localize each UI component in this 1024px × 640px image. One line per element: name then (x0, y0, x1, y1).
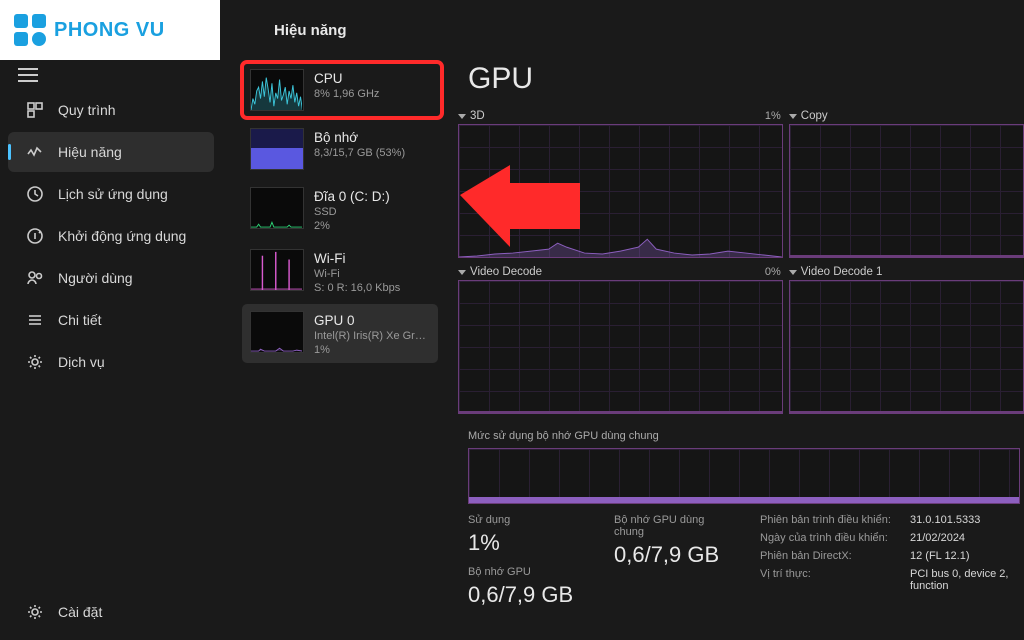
disk-thumbnail (250, 187, 304, 229)
sidebar-item-startup[interactable]: Khởi động ứng dụng (8, 216, 214, 256)
sidebar-item-settings[interactable]: Cài đặt (8, 592, 214, 632)
sidebar-item-label: Chi tiết (58, 312, 102, 328)
gear-icon (26, 353, 44, 371)
sidebar-item-app-history[interactable]: Lịch sử ứng dụng (8, 174, 214, 214)
details-icon (26, 311, 44, 329)
chart-header-video-decode-1[interactable]: Video Decode 1 (789, 266, 1024, 278)
sidebar-item-services[interactable]: Dịch vụ (8, 342, 214, 382)
perf-card-subtitle-2: S: 0 R: 16,0 Kbps (314, 282, 400, 294)
shared-memory-label: Mức sử dụng bộ nhớ GPU dùng chung (468, 430, 1024, 442)
perf-card-subtitle-2: 1% (314, 344, 428, 356)
sidebar-item-label: Cài đặt (58, 604, 102, 620)
kv-value: 21/02/2024 (910, 532, 965, 544)
logo-icon (14, 14, 46, 46)
memory-thumbnail (250, 128, 304, 170)
stat-label-shared: Bộ nhớ GPU dùng chung (614, 514, 734, 538)
chevron-down-icon (789, 114, 797, 119)
chevron-down-icon (458, 270, 466, 275)
perf-card-title: Wi-Fi (314, 251, 400, 266)
wifi-thumbnail (250, 249, 304, 291)
perf-card-subtitle: SSD (314, 206, 390, 218)
stat-value-usage: 1% (468, 530, 588, 556)
perf-card-title: Đĩa 0 (C: D:) (314, 189, 390, 204)
kv-value: PCI bus 0, device 2, function (910, 568, 1024, 592)
primary-sidebar: Quy trình Hiệu năng Lịch sử ứng dụng Khở… (0, 90, 220, 384)
chevron-down-icon (458, 114, 466, 119)
chart-video-decode-1 (789, 280, 1024, 414)
hamburger-icon[interactable] (18, 68, 38, 82)
chart-header-copy[interactable]: Copy (789, 110, 1024, 122)
chart-label: Copy (801, 110, 828, 122)
cpu-thumbnail (250, 69, 304, 111)
kv-row: Ngày của trình điều khiển: 21/02/2024 (760, 532, 1024, 544)
stat-label-gpu-mem: Bộ nhớ GPU (468, 566, 588, 578)
sidebar-item-label: Dịch vụ (58, 354, 105, 370)
perf-card-title: Bộ nhớ (314, 130, 405, 145)
perf-card-gpu[interactable]: GPU 0 Intel(R) Iris(R) Xe Grap... 1% (242, 304, 438, 363)
sidebar-item-users[interactable]: Người dùng (8, 258, 214, 298)
sidebar-settings: Cài đặt (0, 592, 220, 634)
perf-card-subtitle: Wi-Fi (314, 268, 400, 280)
chart-3d (458, 124, 783, 258)
chart-video-decode (458, 280, 783, 414)
startup-icon (26, 227, 44, 245)
performance-list: CPU 8% 1,96 GHz Bộ nhớ 8,3/15,7 GB (53%)… (232, 62, 438, 366)
history-icon (26, 185, 44, 203)
kv-row: Phiên bản DirectX: 12 (FL 12.1) (760, 550, 1024, 562)
brand-logo: PHONG VU (0, 0, 220, 60)
chart-percent: 0% (765, 266, 781, 278)
perf-card-title: GPU 0 (314, 313, 428, 328)
kv-key: Phiên bản trình điều khiển: (760, 514, 900, 526)
gpu-thumbnail (250, 311, 304, 353)
perf-card-subtitle: Intel(R) Iris(R) Xe Grap... (314, 330, 428, 342)
chart-label: Video Decode (470, 266, 542, 278)
kv-value: 31.0.101.5333 (910, 514, 980, 526)
stat-value-gpu-mem: 0,6/7,9 GB (468, 582, 588, 608)
chevron-down-icon (789, 270, 797, 275)
sidebar-item-label: Người dùng (58, 270, 133, 286)
kv-key: Phiên bản DirectX: (760, 550, 900, 562)
perf-card-subtitle-2: 2% (314, 220, 390, 232)
kv-value: 12 (FL 12.1) (910, 550, 970, 562)
kv-row: Vị trí thực: PCI bus 0, device 2, functio… (760, 568, 1024, 592)
chart-percent: 1% (765, 110, 781, 122)
perf-card-subtitle: 8,3/15,7 GB (53%) (314, 147, 405, 159)
perf-card-disk[interactable]: Đĩa 0 (C: D:) SSD 2% (242, 180, 438, 239)
sidebar-item-performance[interactable]: Hiệu năng (8, 132, 214, 172)
chart-label: 3D (470, 110, 485, 122)
chart-header-3d[interactable]: 3D 1% (458, 110, 783, 122)
gpu-stats: Sử dụng 1% Bộ nhớ GPU 0,6/7,9 GB Bộ nhớ … (468, 514, 1024, 608)
logo-text: PHONG VU (54, 19, 165, 42)
sidebar-item-label: Khởi động ứng dụng (58, 228, 186, 244)
chart-copy (789, 124, 1024, 258)
chart-label: Video Decode 1 (801, 266, 883, 278)
processes-icon (26, 101, 44, 119)
chart-shared-memory (468, 448, 1020, 504)
panel-title: GPU (468, 62, 1024, 96)
perf-card-title: CPU (314, 71, 379, 86)
gear-icon (26, 603, 44, 621)
gpu-panel: GPU 3D 1% Copy Video Decode 0% (458, 62, 1024, 640)
stat-label-usage: Sử dụng (468, 514, 588, 526)
perf-card-wifi[interactable]: Wi-Fi Wi-Fi S: 0 R: 16,0 Kbps (242, 242, 438, 301)
sidebar-item-label: Hiệu năng (58, 144, 122, 160)
chart-header-video-decode[interactable]: Video Decode 0% (458, 266, 783, 278)
perf-card-subtitle: 8% 1,96 GHz (314, 88, 379, 100)
performance-icon (26, 143, 44, 161)
perf-card-cpu[interactable]: CPU 8% 1,96 GHz (242, 62, 442, 118)
kv-key: Vị trí thực: (760, 568, 900, 592)
sidebar-item-label: Quy trình (58, 102, 116, 118)
sidebar-item-details[interactable]: Chi tiết (8, 300, 214, 340)
users-icon (26, 269, 44, 287)
page-title: Hiệu năng (274, 22, 1024, 39)
kv-row: Phiên bản trình điều khiển: 31.0.101.5333 (760, 514, 1024, 526)
kv-key: Ngày của trình điều khiển: (760, 532, 900, 544)
sidebar-item-processes[interactable]: Quy trình (8, 90, 214, 130)
stat-value-shared: 0,6/7,9 GB (614, 542, 734, 568)
perf-card-memory[interactable]: Bộ nhớ 8,3/15,7 GB (53%) (242, 121, 438, 177)
sidebar-item-label: Lịch sử ứng dụng (58, 186, 168, 202)
